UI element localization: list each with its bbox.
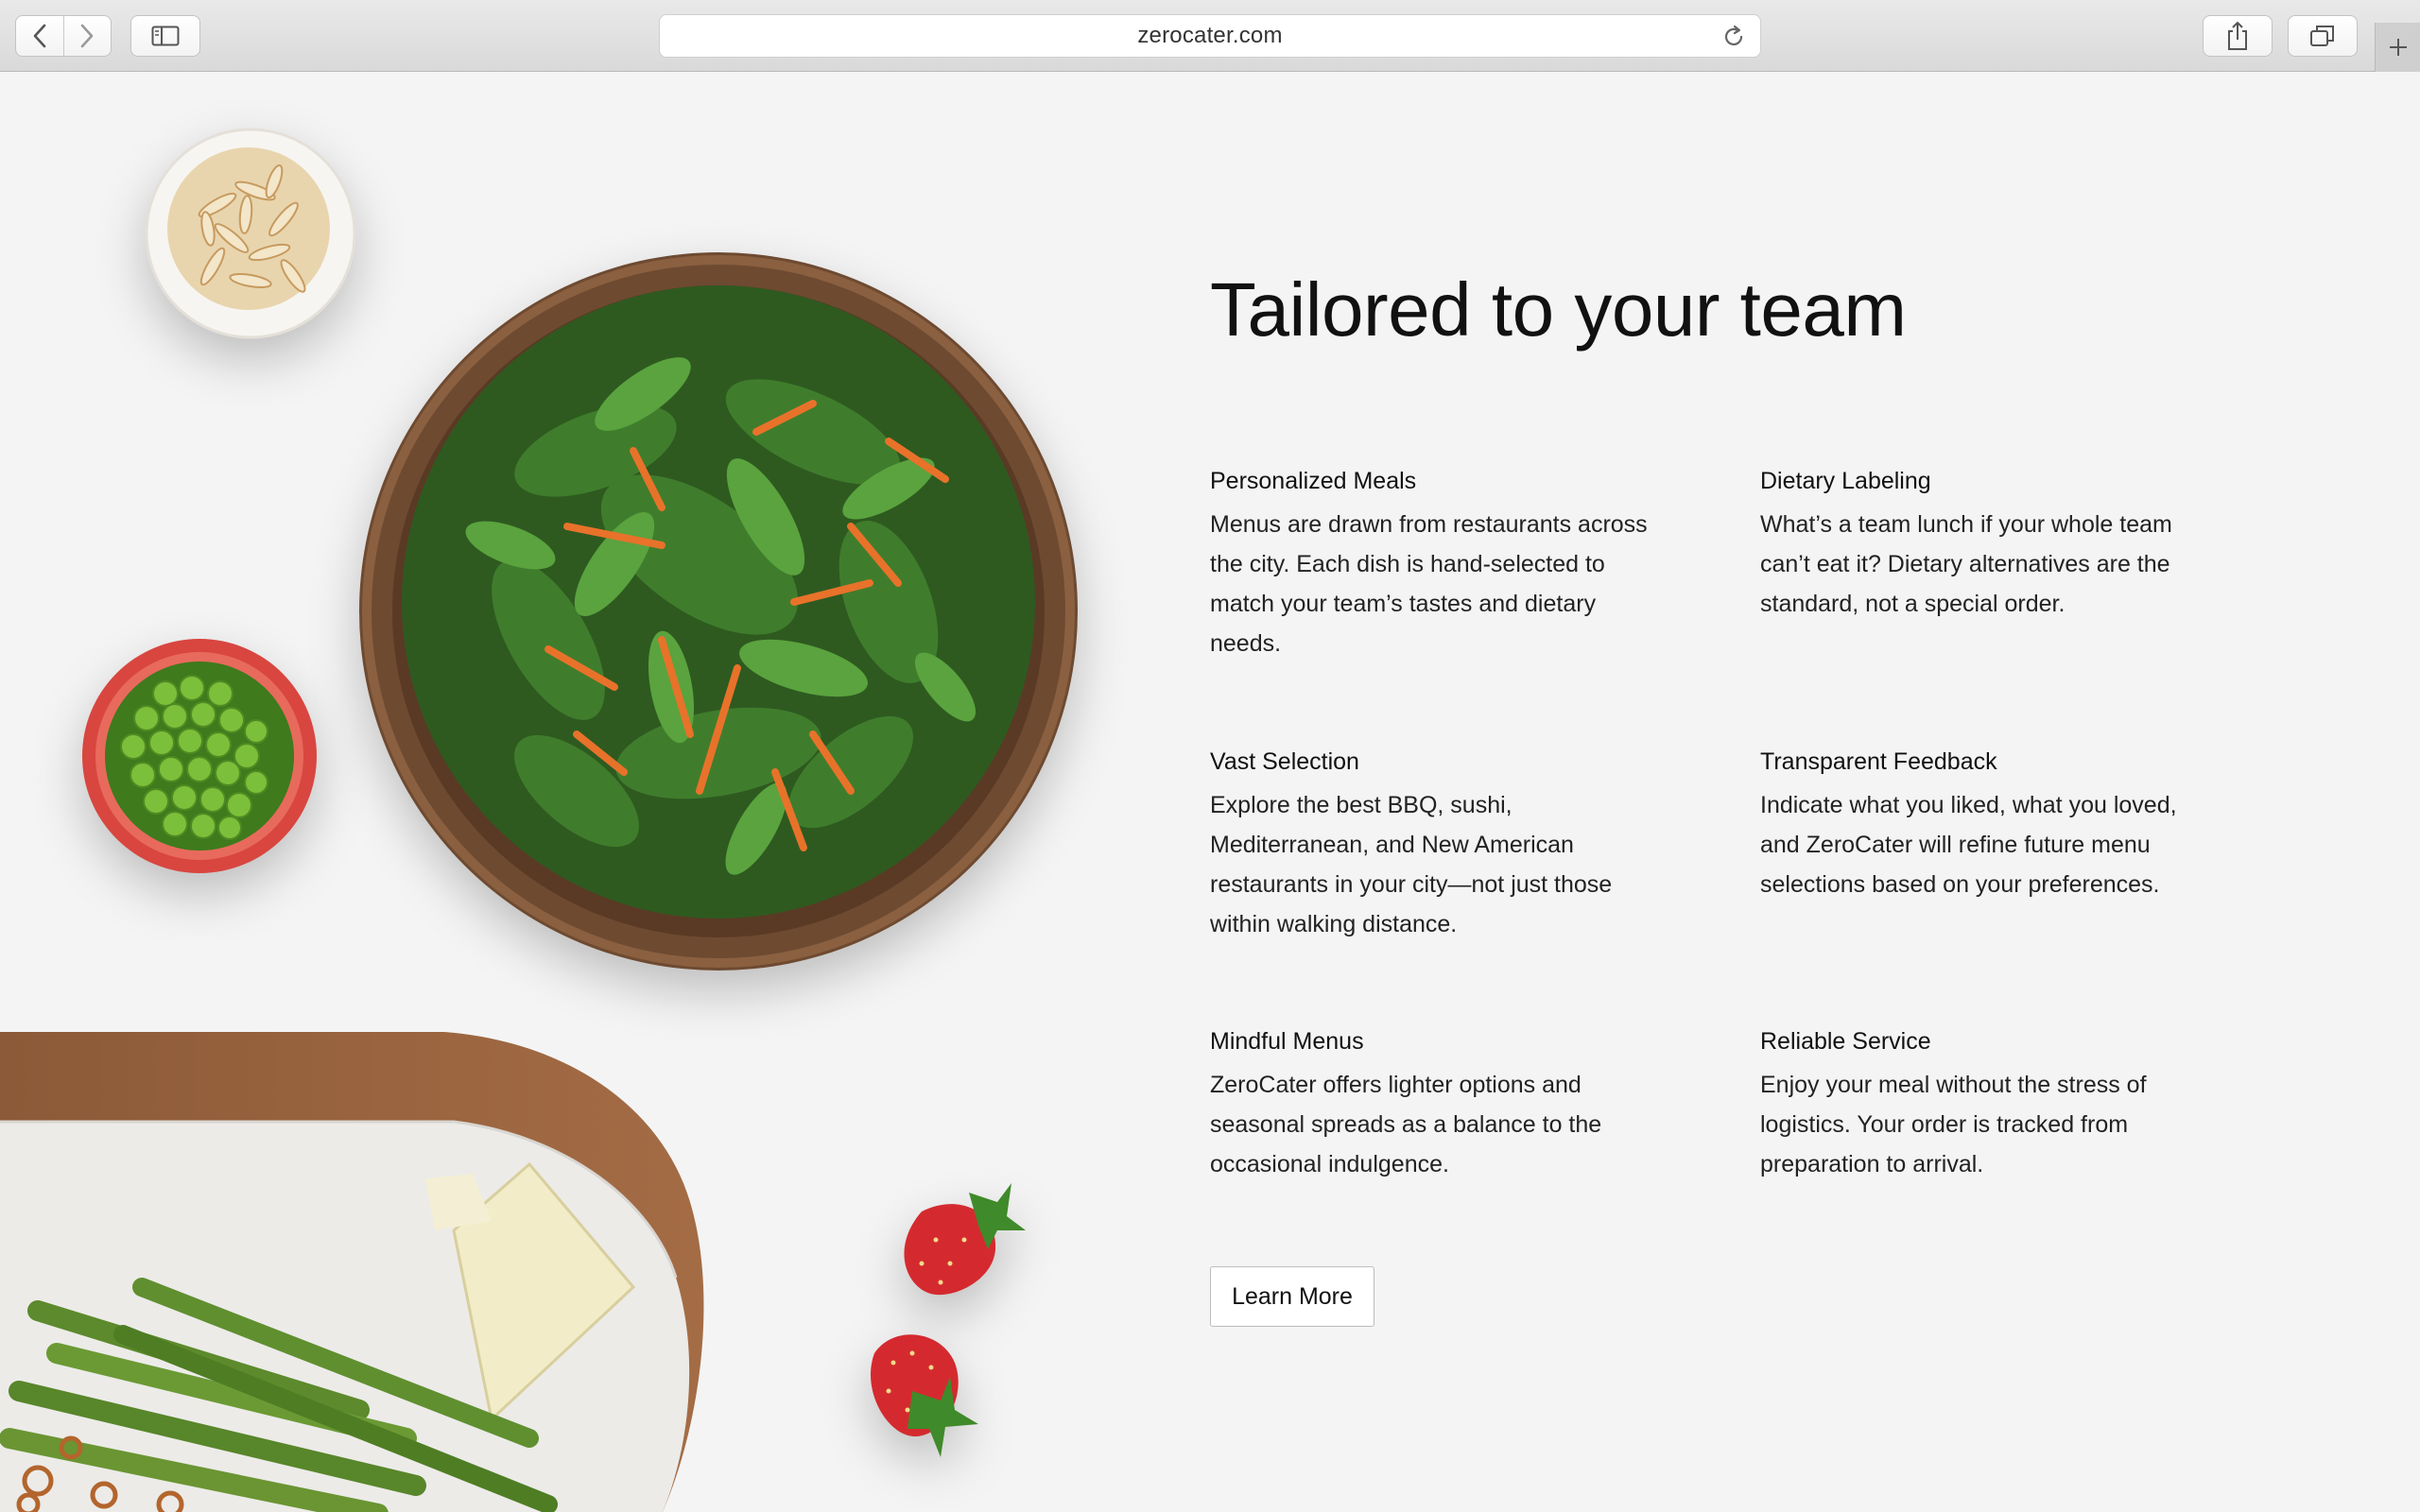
nav-button-group [15,15,112,57]
reload-icon[interactable] [1720,24,1747,50]
feature-body: Menus are drawn from restaurants across … [1210,511,1648,657]
new-tab-button[interactable] [2375,23,2420,72]
address-bar[interactable]: zerocater.com [659,14,1761,58]
salad-bowl-image [359,252,1078,971]
feature-heading: Dietary Labeling [1760,468,1931,494]
feature-body: Explore the best BBQ, sushi, Mediterrane… [1210,792,1613,937]
back-button[interactable] [16,16,63,56]
feature-body: Enjoy your meal without the stress of lo… [1760,1072,2147,1177]
feature-heading: Personalized Meals [1210,468,1417,494]
feature-personalized-meals: Personalized Meals Menus are drawn from … [1210,468,1664,663]
feature-body: What’s a team lunch if your whole team c… [1760,511,2172,617]
feature-heading: Transparent Feedback [1760,748,1997,775]
pea-bowl-image [82,639,317,873]
share-icon [2228,22,2247,50]
cheese-board-image [0,1032,704,1512]
sidebar-button[interactable] [130,15,200,57]
sidebar-icon [151,26,180,46]
feature-body: ZeroCater offers lighter options and sea… [1210,1072,1602,1177]
almond-bowl-image [145,128,356,339]
feature-body: Indicate what you liked, what you loved,… [1760,792,2177,898]
tabs-overview-icon [2310,26,2334,46]
feature-heading: Vast Selection [1210,748,1359,775]
url-text: zerocater.com [1137,23,1283,48]
browser-toolbar: zerocater.com [0,0,2420,72]
chevron-left-icon [33,24,46,48]
section-title: Tailored to your team [1210,267,1907,352]
feature-vast-selection: Vast Selection Explore the best BBQ, sus… [1210,748,1645,944]
strawberries-image [871,1183,1026,1457]
feature-heading: Reliable Service [1760,1028,1931,1055]
feature-reliable-service: Reliable Service Enjoy your meal without… [1760,1028,2176,1184]
feature-transparent-feedback: Transparent Feedback Indicate what you l… [1760,748,2195,904]
feature-dietary-labeling: Dietary Labeling What’s a team lunch if … [1760,468,2195,624]
tab-overview-button[interactable] [2288,15,2358,57]
plus-icon [2389,39,2407,56]
feature-mindful-menus: Mindful Menus ZeroCater offers lighter o… [1210,1028,1626,1184]
feature-heading: Mindful Menus [1210,1028,1364,1055]
forward-button[interactable] [62,16,112,56]
learn-more-button[interactable]: Learn More [1210,1266,1374,1327]
share-button[interactable] [2203,15,2273,57]
page-content: Tailored to your team Personalized Meals… [0,73,2420,1512]
chevron-right-icon [80,24,94,48]
